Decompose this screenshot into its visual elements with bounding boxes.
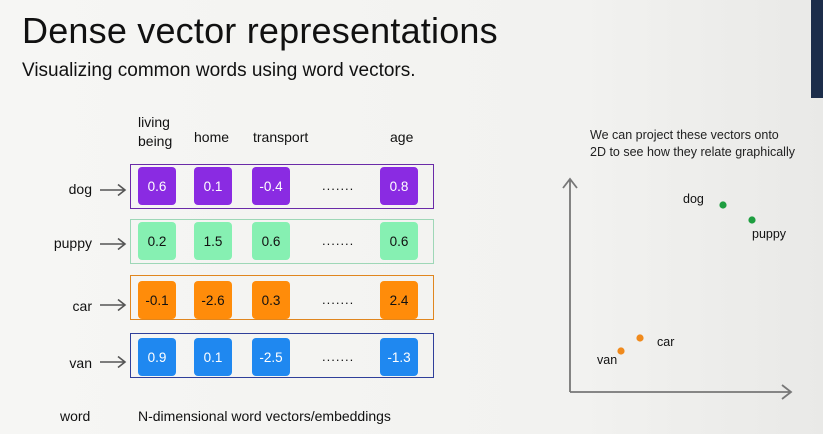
projection-note-line2: 2D to see how they relate graphically xyxy=(590,145,795,159)
right-arrow-icon xyxy=(100,355,127,369)
vector-cell: 0.9 xyxy=(138,338,176,376)
y-axis xyxy=(562,177,578,392)
ellipsis: ....... xyxy=(322,233,355,248)
right-arrow-icon xyxy=(100,298,127,312)
vector-cell: -2.6 xyxy=(194,281,232,319)
vector-cell: 2.4 xyxy=(380,281,418,319)
right-arrow-icon xyxy=(100,183,127,197)
point-label-dog: dog xyxy=(683,192,704,206)
vector-cell: -0.4 xyxy=(252,167,290,205)
point-puppy xyxy=(748,216,756,224)
point-car xyxy=(636,334,644,342)
vector-cell: 0.6 xyxy=(138,167,176,205)
row-label-puppy: puppy xyxy=(53,235,92,251)
projection-note-line1: We can project these vectors onto xyxy=(590,128,779,142)
header-age: age xyxy=(390,129,414,145)
ellipsis: ....... xyxy=(322,292,355,307)
ellipsis: ....... xyxy=(322,349,355,364)
point-van xyxy=(617,347,625,355)
slide-title: Dense vector representations xyxy=(22,10,498,51)
header-home: home xyxy=(194,129,230,145)
ellipsis: ....... xyxy=(322,178,355,193)
row-label-car: car xyxy=(72,298,92,314)
vector-cell: 0.6 xyxy=(380,222,418,260)
row-label-van: van xyxy=(69,355,92,371)
vectors-column-label: N-dimensional word vectors/embeddings xyxy=(138,408,391,424)
word-column-label: word xyxy=(60,408,91,424)
point-dog xyxy=(719,201,727,209)
point-label-puppy: puppy xyxy=(752,227,787,241)
vector-cell: -0.1 xyxy=(138,281,176,319)
vector-cell: 0.1 xyxy=(194,338,232,376)
point-label-car: car xyxy=(657,335,675,349)
row-label-dog: dog xyxy=(68,181,92,197)
corner-decoration xyxy=(811,0,823,98)
projection-note: We can project these vectors onto 2D to … xyxy=(590,127,795,161)
vector-cell: 0.6 xyxy=(252,222,290,260)
header-transport: transport xyxy=(253,129,309,145)
vector-cell: 0.8 xyxy=(380,167,418,205)
x-axis xyxy=(570,384,793,400)
header-living-line1: living xyxy=(138,114,170,130)
vector-cell: 0.2 xyxy=(138,222,176,260)
vector-cell: -2.5 xyxy=(252,338,290,376)
header-living-line2: being xyxy=(138,133,173,149)
point-label-van: van xyxy=(597,353,618,367)
header-living-being: living being xyxy=(138,113,172,151)
vector-cell: 0.1 xyxy=(194,167,232,205)
right-arrow-icon xyxy=(100,237,127,251)
vector-cell: 1.5 xyxy=(194,222,232,260)
vector-cell: 0.3 xyxy=(252,281,290,319)
slide-subtitle: Visualizing common words using word vect… xyxy=(22,60,416,81)
projection-plot xyxy=(562,177,793,400)
vector-cell: -1.3 xyxy=(380,338,418,376)
